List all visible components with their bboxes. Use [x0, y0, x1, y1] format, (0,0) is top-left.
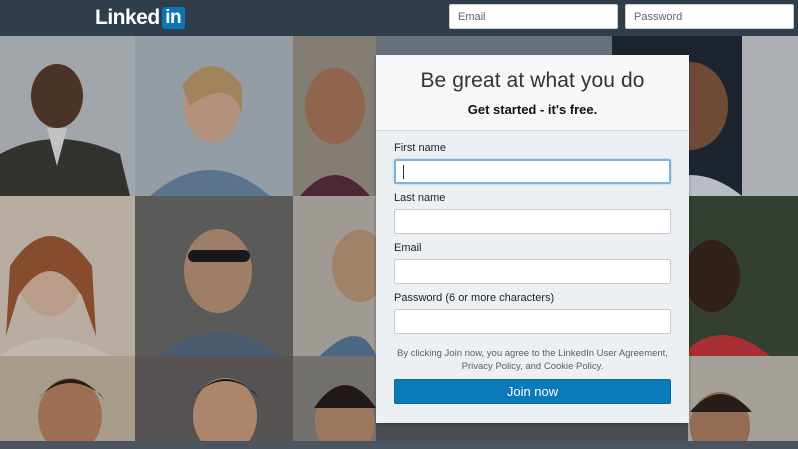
join-now-button[interactable]: Join now — [394, 379, 671, 404]
signup-title: Be great at what you do — [420, 69, 645, 92]
first-name-input[interactable] — [394, 159, 671, 184]
email-label: Email — [394, 242, 422, 254]
signup-card: Be great at what you do Get started - it… — [376, 55, 689, 423]
logo-wordmark: Linked — [95, 6, 160, 29]
bottom-strip — [0, 441, 798, 449]
last-name-label: Last name — [394, 192, 446, 204]
text-caret — [403, 165, 404, 179]
top-bar: Linked in — [0, 0, 798, 36]
header-email-input[interactable] — [449, 4, 618, 29]
logo-in-badge: in — [161, 6, 185, 29]
signup-card-header: Be great at what you do Get started - it… — [376, 55, 689, 131]
password-label: Password (6 or more characters) — [394, 292, 555, 304]
signup-subtitle: Get started - it's free. — [467, 102, 598, 117]
legal-notice: By clicking Join now, you agree to the L… — [388, 347, 677, 373]
last-name-input[interactable] — [394, 209, 671, 234]
header-password-input[interactable] — [625, 4, 794, 29]
legal-notice-line-1: By clicking Join now, you agree to the L… — [397, 348, 668, 359]
first-name-label: First name — [394, 142, 446, 154]
linkedin-logo[interactable]: Linked in — [95, 6, 185, 29]
password-input[interactable] — [394, 309, 671, 334]
legal-notice-line-2: Privacy Policy, and Cookie Policy. — [461, 361, 604, 372]
email-input[interactable] — [394, 259, 671, 284]
